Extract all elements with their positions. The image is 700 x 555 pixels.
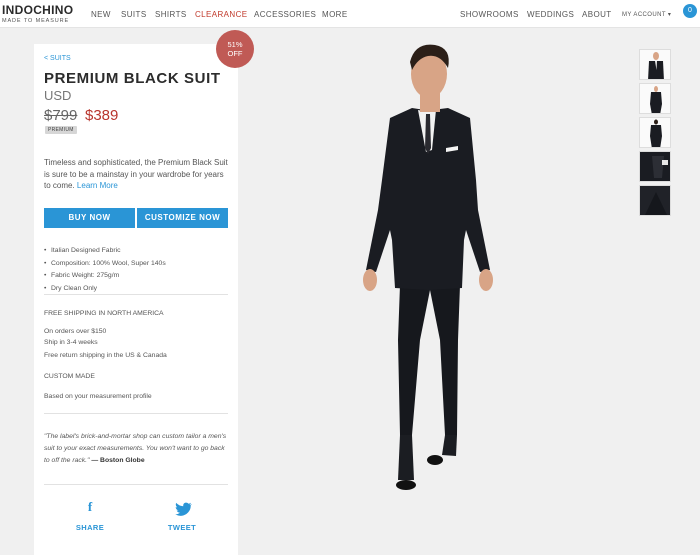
my-account-menu[interactable]: MY ACCOUNT ▾ [622, 11, 671, 18]
buy-now-button[interactable]: BUY NOW [44, 208, 135, 228]
customize-now-button[interactable]: CUSTOMIZE NOW [137, 208, 228, 228]
sale-price: $389 [85, 107, 119, 124]
shipping-line: Free return shipping in the US & Canada [44, 352, 167, 359]
facebook-icon[interactable]: f [75, 499, 105, 515]
thumbnail-side[interactable] [639, 83, 671, 114]
shipping-heading: FREE SHIPPING IN NORTH AMERICA [44, 310, 164, 317]
nav-accessories[interactable]: ACCESSORIES [254, 10, 316, 19]
premium-badge: PREMIUM [45, 126, 77, 134]
custom-made-line: Based on your measurement profile [44, 393, 152, 400]
cart-icon[interactable]: 0 [683, 4, 697, 18]
product-description: Timeless and sophisticated, the Premium … [44, 158, 228, 190]
list-item: Fabric Weight: 275g/m [44, 270, 230, 283]
shipping-line: Ship in 3-4 weeks [44, 339, 98, 346]
nav-showrooms[interactable]: SHOWROOMS [460, 10, 519, 19]
nav-shirts[interactable]: SHIRTS [155, 10, 187, 19]
nav-about[interactable]: ABOUT [582, 10, 612, 19]
shoe-right [427, 455, 443, 465]
thumbnail-detail-lining[interactable] [639, 151, 671, 182]
product-title: PREMIUM BLACK SUIT [44, 70, 221, 87]
quote-source: — Boston Globe [91, 457, 145, 464]
learn-more-link[interactable]: Learn More [77, 181, 118, 190]
currency-label: USD [44, 88, 72, 103]
original-price: $799 [44, 107, 78, 124]
shoe-left [396, 480, 416, 490]
nav-weddings[interactable]: WEDDINGS [527, 10, 574, 19]
breadcrumb-suits-link[interactable]: < SUITS [44, 55, 71, 62]
press-quote: "The label's brick-and-mortar shop can c… [44, 433, 227, 464]
nav-clearance[interactable]: CLEARANCE [195, 10, 248, 19]
share-button[interactable]: SHARE [70, 523, 110, 532]
top-navigation-bar: INDOCHINO MADE TO MEASURE NEW SUITS SHIR… [0, 0, 700, 28]
divider [44, 413, 228, 414]
logo-text: INDOCHINO [2, 3, 74, 17]
divider [44, 294, 228, 295]
shipping-line: On orders over $150 [44, 328, 107, 335]
custom-made-heading: CUSTOM MADE [44, 373, 95, 380]
logo-tagline: MADE TO MEASURE [2, 18, 70, 24]
tweet-button[interactable]: TWEET [162, 523, 202, 532]
thumbnail-front[interactable] [639, 49, 671, 80]
tie [425, 114, 431, 154]
product-model-photo [363, 44, 493, 490]
feature-list: Italian Designed Fabric Composition: 100… [44, 245, 230, 295]
list-item: Italian Designed Fabric [44, 245, 230, 258]
nav-new[interactable]: NEW [91, 10, 111, 19]
nav-more[interactable]: MORE [322, 10, 348, 19]
brand-logo[interactable]: INDOCHINO MADE TO MEASURE [2, 3, 73, 24]
list-item: Composition: 100% Wool, Super 140s [44, 258, 230, 271]
product-details-panel: < SUITS PREMIUM BLACK SUIT USD $799 $389… [34, 44, 238, 555]
nav-suits[interactable]: SUITS [121, 10, 147, 19]
divider [44, 484, 228, 485]
discount-badge: 51% OFF [216, 30, 254, 68]
thumbnail-back[interactable] [639, 117, 671, 148]
thumbnail-detail-fabric[interactable] [639, 185, 671, 216]
twitter-icon[interactable] [175, 502, 193, 516]
